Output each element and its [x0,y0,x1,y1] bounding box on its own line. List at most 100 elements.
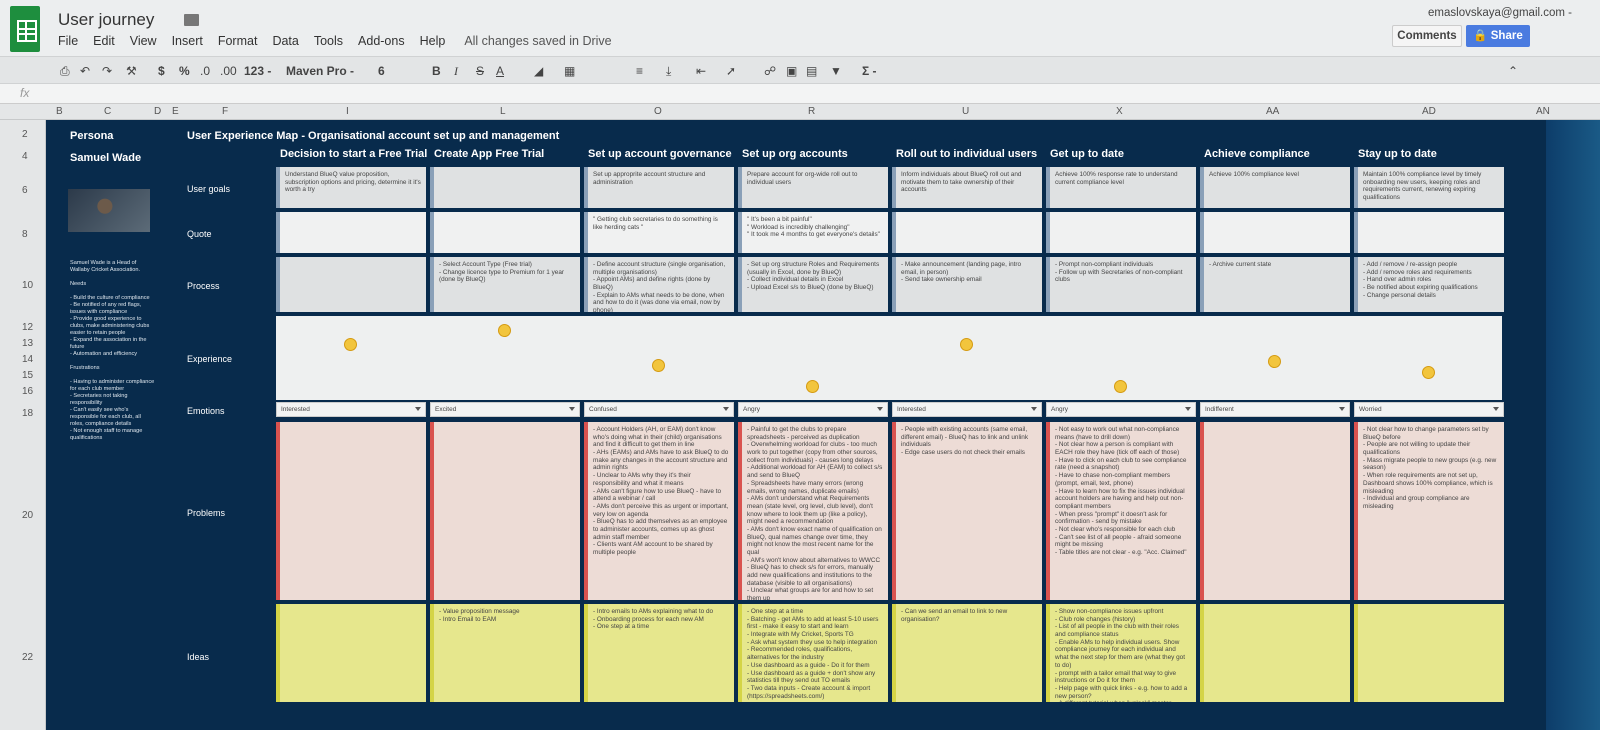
idea-cell[interactable]: - Show non-compliance issues upfront - C… [1046,604,1196,702]
comments-button[interactable]: Comments [1392,25,1462,47]
document-title[interactable]: User journey [58,10,154,30]
link-icon[interactable]: ☍ [764,63,776,79]
align-left-icon[interactable]: ≡ [636,63,643,79]
filter-icon[interactable]: ▼ [830,63,842,79]
idea-cell[interactable]: - Can we send an email to link to new or… [892,604,1042,702]
problem-cell[interactable]: - Painful to get the clubs to prepare sp… [738,422,888,600]
quote-cell[interactable]: " Getting club secretaries to do somethi… [584,212,734,253]
persona-label[interactable]: Persona [70,130,113,142]
col-header[interactable]: L [500,106,506,117]
font-select[interactable]: Maven Pro - [286,63,354,79]
text-color-button[interactable]: A [496,63,504,79]
idea-cell[interactable] [1354,604,1504,702]
redo-icon[interactable]: ↷ [102,63,112,79]
stage-header[interactable]: Roll out to individual users [896,148,1037,160]
stage-header[interactable]: Set up org accounts [742,148,848,160]
strikethrough-button[interactable]: S [476,63,484,79]
comment-icon[interactable]: ▣ [786,63,797,79]
goal-cell[interactable]: Achieve 100% response rate to understand… [1046,167,1196,208]
menu-help[interactable]: Help [420,34,446,48]
row-header[interactable]: 22 [22,652,33,663]
map-title[interactable]: User Experience Map - Organisational acc… [187,130,559,142]
chart-icon[interactable]: ▤ [806,63,817,79]
emotion-dropdown[interactable]: Interested [892,402,1042,417]
persona-photo[interactable] [68,189,150,232]
process-cell[interactable]: - Define account structure (single organ… [584,257,734,312]
currency-button[interactable]: $ [158,63,165,79]
menu-data[interactable]: Data [272,34,298,48]
col-header[interactable]: I [346,106,349,117]
goal-cell[interactable]: Maintain 100% compliance level by timely… [1354,167,1504,208]
problem-cell[interactable] [276,422,426,600]
row-label-problems[interactable]: Problems [187,508,225,518]
goal-cell[interactable]: Prepare account for org-wide roll out to… [738,167,888,208]
text-wrap-icon[interactable]: ⇤ [696,63,706,79]
emotion-dropdown[interactable]: Angry [738,402,888,417]
quote-cell[interactable] [892,212,1042,253]
idea-cell[interactable]: - Value proposition message - Intro Emai… [430,604,580,702]
quote-cell[interactable] [1046,212,1196,253]
quote-cell[interactable] [1200,212,1350,253]
quote-cell[interactable]: " It's been a bit painful" " Workload is… [738,212,888,253]
experience-row[interactable] [276,316,1502,400]
undo-icon[interactable]: ↶ [80,63,90,79]
row-header[interactable]: 14 [22,354,33,365]
print-icon[interactable]: ⎙ [60,63,70,79]
paint-format-icon[interactable]: ⚒ [126,63,137,79]
problem-cell[interactable] [430,422,580,600]
font-size-select[interactable]: 6 [378,63,385,79]
row-header[interactable]: 2 [22,129,28,140]
problem-cell[interactable]: - Not clear how to change parameters set… [1354,422,1504,600]
menu-view[interactable]: View [130,34,157,48]
collapse-toolbar-icon[interactable]: ⌃ [1508,63,1518,79]
fill-color-icon[interactable]: ◢ [534,63,543,79]
sheets-logo-icon[interactable] [10,6,40,52]
col-header[interactable]: B [56,106,63,117]
row-header[interactable]: 6 [22,185,28,196]
vertical-align-icon[interactable]: ⤓ [666,63,671,79]
problem-cell[interactable]: - People with existing accounts (same em… [892,422,1042,600]
problem-cell[interactable] [1200,422,1350,600]
col-header[interactable]: C [104,106,111,117]
process-cell[interactable]: - Add / remove / re-assign people - Add … [1354,257,1504,312]
functions-button[interactable]: Σ - [862,63,877,79]
row-label-quote[interactable]: Quote [187,229,212,239]
col-header[interactable]: F [222,106,228,117]
emotion-dropdown[interactable]: Interested [276,402,426,417]
problem-cell[interactable]: - Account Holders (AH, or EAM) don't kno… [584,422,734,600]
emotion-dropdown[interactable]: Excited [430,402,580,417]
quote-cell[interactable] [430,212,580,253]
bold-button[interactable]: B [432,63,441,79]
emotion-dropdown[interactable]: Confused [584,402,734,417]
col-header[interactable]: R [808,106,815,117]
emotion-dropdown[interactable]: Angry [1046,402,1196,417]
goal-cell[interactable] [430,167,580,208]
goal-cell[interactable]: Understand BlueQ value proposition, subs… [276,167,426,208]
percent-button[interactable]: % [179,63,190,79]
emotion-dropdown[interactable]: Indifferent [1200,402,1350,417]
row-label-experience[interactable]: Experience [187,354,232,364]
quote-cell[interactable] [1354,212,1504,253]
process-cell[interactable]: - Archive current state [1200,257,1350,312]
col-header[interactable]: O [654,106,662,117]
formula-bar[interactable]: fx [0,84,1600,104]
row-header[interactable]: 15 [22,370,33,381]
idea-cell[interactable] [276,604,426,702]
increase-decimal-button[interactable]: .00 [220,63,237,79]
row-header[interactable]: 20 [22,510,33,521]
row-header[interactable]: 13 [22,338,33,349]
more-formats-button[interactable]: 123 - [244,63,271,79]
row-label-emotions[interactable]: Emotions [187,406,225,416]
process-cell[interactable]: - Prompt non-compliant individuals - Fol… [1046,257,1196,312]
process-cell[interactable] [276,257,426,312]
quote-cell[interactable] [276,212,426,253]
row-label-process[interactable]: Process [187,281,220,291]
row-label-ideas[interactable]: Ideas [187,652,209,662]
folder-icon[interactable] [184,14,199,26]
menu-insert[interactable]: Insert [172,34,203,48]
col-header[interactable]: X [1116,106,1123,117]
persona-name[interactable]: Samuel Wade [70,152,141,164]
goal-cell[interactable]: Achieve 100% compliance level [1200,167,1350,208]
idea-cell[interactable] [1200,604,1350,702]
process-cell[interactable]: - Select Account Type (Free trial) - Cha… [430,257,580,312]
